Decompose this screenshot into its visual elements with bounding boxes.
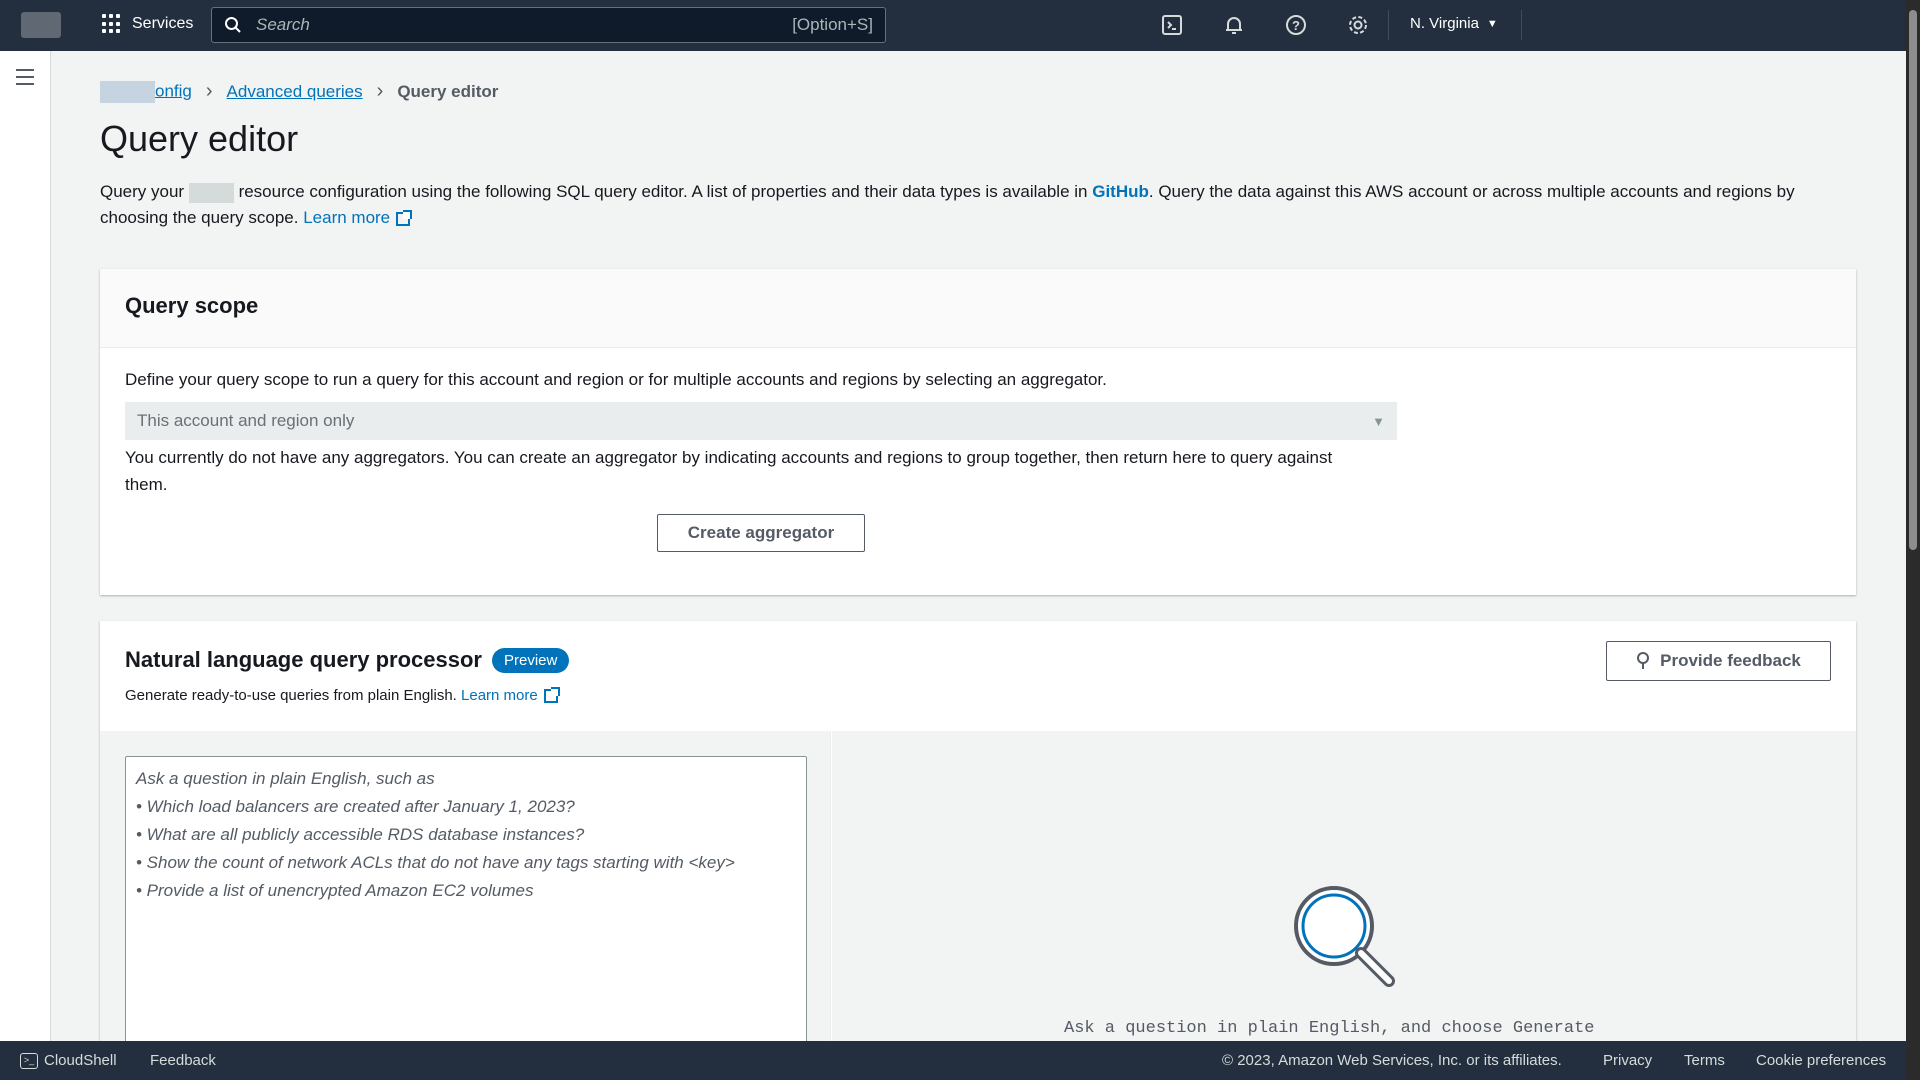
provide-feedback-button[interactable]: Provide feedback xyxy=(1606,641,1831,681)
top-nav-bar: Services [Option+S] ? N. Virginia ▼ xyxy=(0,0,1906,51)
breadcrumb-config-label: onfig xyxy=(155,80,192,100)
lightbulb-icon xyxy=(1637,652,1650,669)
svg-text:?: ? xyxy=(1292,18,1300,33)
breadcrumb-config[interactable]: onfig xyxy=(100,80,192,103)
nlq-question-textarea[interactable]: Ask a question in plain English, such as… xyxy=(125,756,807,1056)
create-aggregator-button[interactable]: Create aggregator xyxy=(657,514,865,552)
learn-more-link[interactable]: Learn more xyxy=(303,208,413,227)
external-link-icon xyxy=(396,209,413,226)
nlq-panel: Natural language query processor Preview… xyxy=(100,621,1856,1056)
cookie-preferences-link[interactable]: Cookie preferences xyxy=(1756,1052,1886,1069)
caret-down-icon: ▼ xyxy=(1372,413,1385,429)
placeholder-line: Ask a question in plain English, such as xyxy=(136,769,435,788)
placeholder-line: • Provide a list of unencrypted Amazon E… xyxy=(136,881,534,900)
nlq-subtitle: Generate ready-to-use queries from plain… xyxy=(125,687,560,704)
query-scope-description: Define your query scope to run a query f… xyxy=(125,370,1107,389)
aws-logo[interactable] xyxy=(21,12,61,38)
provide-feedback-label: Provide feedback xyxy=(1660,651,1801,670)
scrollbar-thumb[interactable] xyxy=(1909,10,1917,550)
breadcrumb: onfig › Advanced queries › Query editor xyxy=(100,80,498,103)
page-scrollbar[interactable] xyxy=(1906,0,1920,1080)
chevron-right-icon: › xyxy=(376,80,384,102)
region-selector[interactable]: N. Virginia ▼ xyxy=(1410,15,1498,32)
services-label: Services xyxy=(132,15,194,32)
cloudshell-icon: >_ xyxy=(20,1053,38,1070)
aggregator-select[interactable]: This account and region only ▼ xyxy=(125,402,1397,440)
footer-bar: >_ CloudShell Feedback © 2023, Amazon Web… xyxy=(0,1041,1906,1080)
placeholder-line: • Show the count of network ACLs that do… xyxy=(136,853,735,872)
placeholder-line: • Which load balancers are created after… xyxy=(136,797,575,816)
feedback-footer-link[interactable]: Feedback xyxy=(150,1052,216,1069)
desc-text: Query your xyxy=(100,182,185,201)
nlq-header: Natural language query processor Preview xyxy=(125,647,570,673)
caret-down-icon: ▼ xyxy=(1486,17,1498,30)
placeholder-line: • What are all publicly accessible RDS d… xyxy=(136,825,585,844)
query-scope-title: Query scope xyxy=(100,269,1856,348)
external-link-icon xyxy=(543,687,560,704)
menu-hamburger-icon[interactable] xyxy=(16,69,34,90)
side-nav-collapsed xyxy=(0,51,51,1041)
chevron-right-icon: › xyxy=(205,80,213,102)
privacy-link[interactable]: Privacy xyxy=(1603,1052,1652,1069)
bell-icon[interactable] xyxy=(1222,13,1246,37)
nlq-subtitle-text: Generate ready-to-use queries from plain… xyxy=(125,687,457,704)
search-icon xyxy=(225,17,241,33)
desc-text: resource configuration using the followi… xyxy=(238,182,1088,201)
nlq-empty-state-text: Ask a question in plain English, and cho… xyxy=(1064,1019,1595,1038)
learn-more-label: Learn more xyxy=(303,208,391,227)
cloudshell-label: CloudShell xyxy=(44,1052,117,1069)
nlq-result-area: Ask a question in plain English, and cho… xyxy=(832,731,1856,1041)
terms-link[interactable]: Terms xyxy=(1684,1052,1725,1069)
settings-gear-icon[interactable] xyxy=(1346,13,1370,37)
aggregator-note: You currently do not have any aggregator… xyxy=(125,448,1333,494)
services-menu-button[interactable]: Services xyxy=(102,14,193,34)
search-box[interactable]: [Option+S] xyxy=(211,7,886,43)
magnifier-icon xyxy=(1294,886,1395,987)
page-description: Query your resource configuration using … xyxy=(100,179,1860,231)
topbar-divider xyxy=(1388,10,1389,40)
preview-badge: Preview xyxy=(492,647,570,673)
grid-icon xyxy=(102,14,122,34)
region-label: N. Virginia xyxy=(1410,15,1479,32)
aggregator-select-value: This account and region only xyxy=(137,411,355,430)
nlq-input-area: Ask a question in plain English, such as… xyxy=(100,731,831,1056)
help-icon[interactable]: ? xyxy=(1284,13,1308,37)
github-link[interactable]: GitHub xyxy=(1092,182,1149,201)
nlq-title: Natural language query processor xyxy=(125,647,482,672)
learn-more-label: Learn more xyxy=(461,687,538,704)
copyright-text: © 2023, Amazon Web Services, Inc. or its… xyxy=(1222,1052,1562,1069)
page-title: Query editor xyxy=(100,118,299,159)
nlq-learn-more-link[interactable]: Learn more xyxy=(461,687,560,704)
query-scope-panel: Query scope Define your query scope to r… xyxy=(100,269,1856,595)
search-input[interactable] xyxy=(254,14,774,36)
search-shortcut: [Option+S] xyxy=(792,15,873,34)
cloudshell-footer-button[interactable]: >_ CloudShell xyxy=(20,1052,117,1070)
breadcrumb-advanced-queries[interactable]: Advanced queries xyxy=(227,82,363,102)
cloudshell-icon[interactable] xyxy=(1160,13,1184,37)
redacted-block xyxy=(100,80,155,103)
redacted-block xyxy=(188,182,234,203)
breadcrumb-current: Query editor xyxy=(397,81,499,101)
topbar-divider xyxy=(1521,10,1522,40)
